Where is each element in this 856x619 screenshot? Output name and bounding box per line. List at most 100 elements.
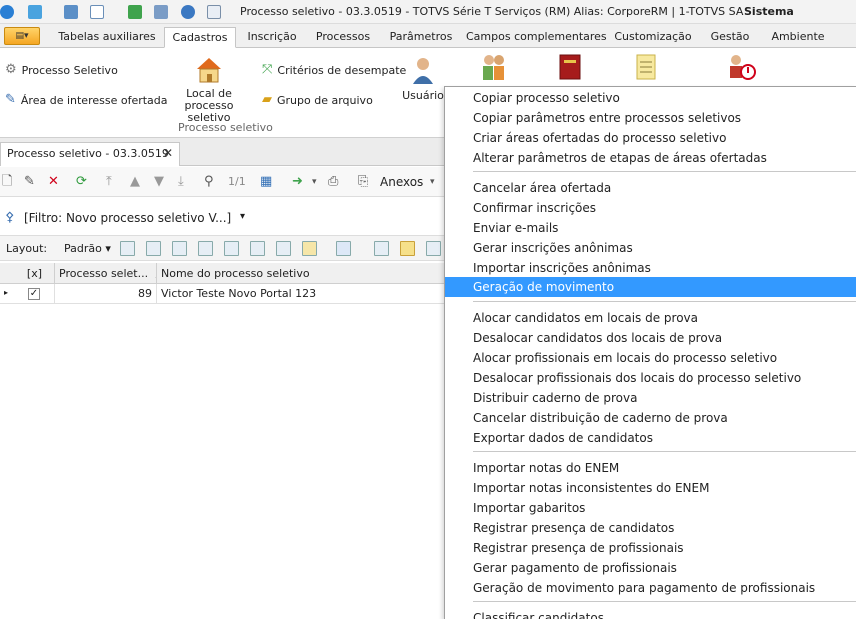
menu-item-cancelar-distribuicao[interactable]: Cancelar distribuição de caderno de prov… [445, 408, 856, 428]
delete-icon[interactable]: ✕ [48, 174, 59, 190]
menu-item-importar-gabaritos[interactable]: Importar gabaritos [445, 498, 856, 518]
tab-customizacao[interactable]: Customização [612, 27, 694, 48]
app-logo-icon[interactable] [0, 4, 14, 20]
menu-item-exportar-dados[interactable]: Exportar dados de candidatos [445, 428, 856, 448]
title-bar: Processo seletivo - 03.3.0519 - TOTVS Sé… [0, 0, 856, 24]
menu-item-alocar-candidatos[interactable]: Alocar candidatos em locais de prova [445, 308, 856, 328]
filter-icon[interactable]: ⚴ [5, 210, 15, 225]
chart-icon[interactable] [336, 241, 351, 256]
layout-columns-icon[interactable] [250, 241, 265, 256]
paperclip-icon[interactable]: ⎘ [358, 174, 368, 190]
edit-icon[interactable]: ✎ [24, 174, 35, 190]
first-record-icon[interactable]: ⤒ [106, 174, 112, 190]
usuario-button[interactable]: Usuário [402, 56, 444, 102]
menu-item-confirmar-inscricoes[interactable]: Confirmar inscrições [445, 198, 856, 218]
table-row[interactable]: ▸ ✓ 89 Victor Teste Novo Portal 123 [0, 284, 444, 304]
document-tab[interactable]: Processo seletivo - 03.3.0519 ✕ [0, 142, 180, 166]
local-processo-button[interactable]: Local de processo seletivo [166, 56, 252, 124]
next-record-icon[interactable]: ▼ [154, 174, 164, 190]
processo-seletivo-button[interactable]: ⚙ Processo Seletivo [5, 63, 118, 77]
menu-item-importar-notas-inconsistentes[interactable]: Importar notas inconsistentes do ENEM [445, 478, 856, 498]
menu-item-registrar-presenca-profissionais[interactable]: Registrar presença de profissionais [445, 538, 856, 558]
notepad-icon[interactable] [632, 52, 660, 82]
menu-item-copiar-processo[interactable]: Copiar processo seletivo [445, 88, 856, 108]
menu-item-copiar-parametros[interactable]: Copiar parâmetros entre processos seleti… [445, 108, 856, 128]
cell-nome: Victor Teste Novo Portal 123 [161, 287, 317, 300]
book-icon[interactable] [556, 52, 584, 82]
view-form-icon[interactable] [400, 241, 415, 256]
menu-item-classificar-candidatos[interactable]: Classificar candidatos [445, 608, 856, 619]
menu-item-criar-areas[interactable]: Criar áreas ofertadas do processo seleti… [445, 128, 856, 148]
layout-upload-icon[interactable] [224, 241, 239, 256]
print-icon[interactable]: ⎙ [328, 174, 338, 190]
tab-campos-complementares[interactable]: Campos complementares [466, 27, 607, 48]
users-alert-icon[interactable] [726, 52, 756, 82]
anexos-dropdown-icon[interactable]: ▾ [430, 174, 435, 190]
layout-select[interactable]: Padrão ▾ [64, 242, 111, 255]
menu-item-geracao-movimento-pagamento[interactable]: Geração de movimento para pagamento de p… [445, 578, 856, 598]
menu-item-importar-notas-enem[interactable]: Importar notas do ENEM [445, 458, 856, 478]
column-nome[interactable]: Nome do processo seletivo [157, 263, 444, 284]
tab-cadastros[interactable]: Cadastros [164, 27, 236, 48]
menu-item-desalocar-candidatos[interactable]: Desalocar candidatos dos locais de prova [445, 328, 856, 348]
column-processo-seletivo[interactable]: Processo selet... ▲ [55, 263, 157, 284]
tab-processos[interactable]: Processos [310, 27, 376, 48]
layout-table-icon[interactable] [172, 241, 187, 256]
tab-gestao[interactable]: Gestão [702, 27, 758, 48]
view-list-icon[interactable] [374, 241, 389, 256]
menu-item-gerar-pagamento[interactable]: Gerar pagamento de profissionais [445, 558, 856, 578]
last-record-icon[interactable]: ⤓ [178, 174, 184, 190]
tab-inscricao[interactable]: Inscrição [240, 27, 304, 48]
menu-item-distribuir-caderno[interactable]: Distribuir caderno de prova [445, 388, 856, 408]
filter-label[interactable]: [Filtro: Novo processo seletivo V...] [24, 211, 231, 225]
print-icon[interactable] [154, 4, 168, 20]
refresh-icon[interactable] [28, 4, 42, 20]
menu-item-alterar-parametros[interactable]: Alterar parâmetros de etapas de áreas of… [445, 148, 856, 168]
ribbon-tabs: ▤▾ Tabelas auxiliares Cadastros Inscriçã… [0, 24, 856, 48]
layout-save-icon[interactable] [198, 241, 213, 256]
save-icon[interactable] [64, 4, 78, 20]
sistema-label[interactable]: Sistema [744, 5, 794, 18]
process-dropdown-icon[interactable]: ▾ [312, 174, 317, 190]
menu-item-desalocar-profissionais[interactable]: Desalocar profissionais dos locais do pr… [445, 368, 856, 388]
criterios-desempate-button[interactable]: ⤧ Critérios de desempate [262, 63, 406, 77]
window-icon[interactable] [90, 4, 104, 20]
new-icon[interactable]: 🗋 [2, 174, 12, 190]
copy-icon[interactable] [207, 4, 221, 20]
tab-ambiente[interactable]: Ambiente [764, 27, 832, 48]
close-icon[interactable]: ✕ [163, 146, 173, 160]
anexos-button[interactable]: Anexos [380, 174, 423, 190]
area-interesse-button[interactable]: ✎ Área de interesse ofertada [5, 93, 168, 107]
layout-bar: Layout: Padrão ▾ [0, 235, 444, 261]
menu-item-registrar-presenca-candidatos[interactable]: Registrar presença de candidatos [445, 518, 856, 538]
column-select[interactable]: [x] [0, 263, 55, 284]
view-detail-icon[interactable] [426, 241, 441, 256]
layout-sort-icon[interactable] [276, 241, 291, 256]
menu-item-alocar-profissionais[interactable]: Alocar profissionais em locais do proces… [445, 348, 856, 368]
grid-header: [x] Processo selet... ▲ Nome do processo… [0, 263, 444, 284]
globe-icon[interactable] [181, 4, 195, 20]
menu-item-cancelar-area[interactable]: Cancelar área ofertada [445, 178, 856, 198]
row-checkbox[interactable]: ✓ [28, 288, 40, 300]
process-icon[interactable]: ➜ [292, 174, 303, 190]
refresh-icon[interactable]: ⟳ [76, 174, 87, 190]
document-tabs: Processo seletivo - 03.3.0519 ✕ [0, 138, 444, 166]
layout-edit-icon[interactable] [302, 241, 317, 256]
export-icon[interactable] [128, 4, 142, 20]
tab-parametros[interactable]: Parâmetros [384, 27, 458, 48]
menu-item-geracao-movimento[interactable]: Geração de movimento [445, 277, 856, 297]
layout-remove-icon[interactable] [146, 241, 161, 256]
tab-tabelas-auxiliares[interactable]: Tabelas auxiliares [54, 27, 160, 48]
filter-bar: ⚴ [Filtro: Novo processo seletivo V...] … [0, 205, 444, 233]
layout-grid-icon[interactable] [120, 241, 135, 256]
menu-item-importar-inscricoes[interactable]: Importar inscrições anônimas [445, 258, 856, 278]
calendar-icon[interactable]: ▦ [260, 174, 272, 190]
binoculars-icon[interactable]: ⚲ [204, 174, 214, 190]
grupo-arquivo-button[interactable]: ▰ Grupo de arquivo [262, 93, 373, 107]
group-users-icon[interactable] [480, 52, 508, 82]
filter-dropdown-icon[interactable]: ▾ [240, 211, 245, 222]
menu-item-enviar-emails[interactable]: Enviar e-mails [445, 218, 856, 238]
app-menu-button[interactable]: ▤▾ [4, 27, 40, 45]
previous-record-icon[interactable]: ▲ [130, 174, 140, 190]
menu-item-gerar-inscricoes[interactable]: Gerar inscrições anônimas [445, 238, 856, 258]
